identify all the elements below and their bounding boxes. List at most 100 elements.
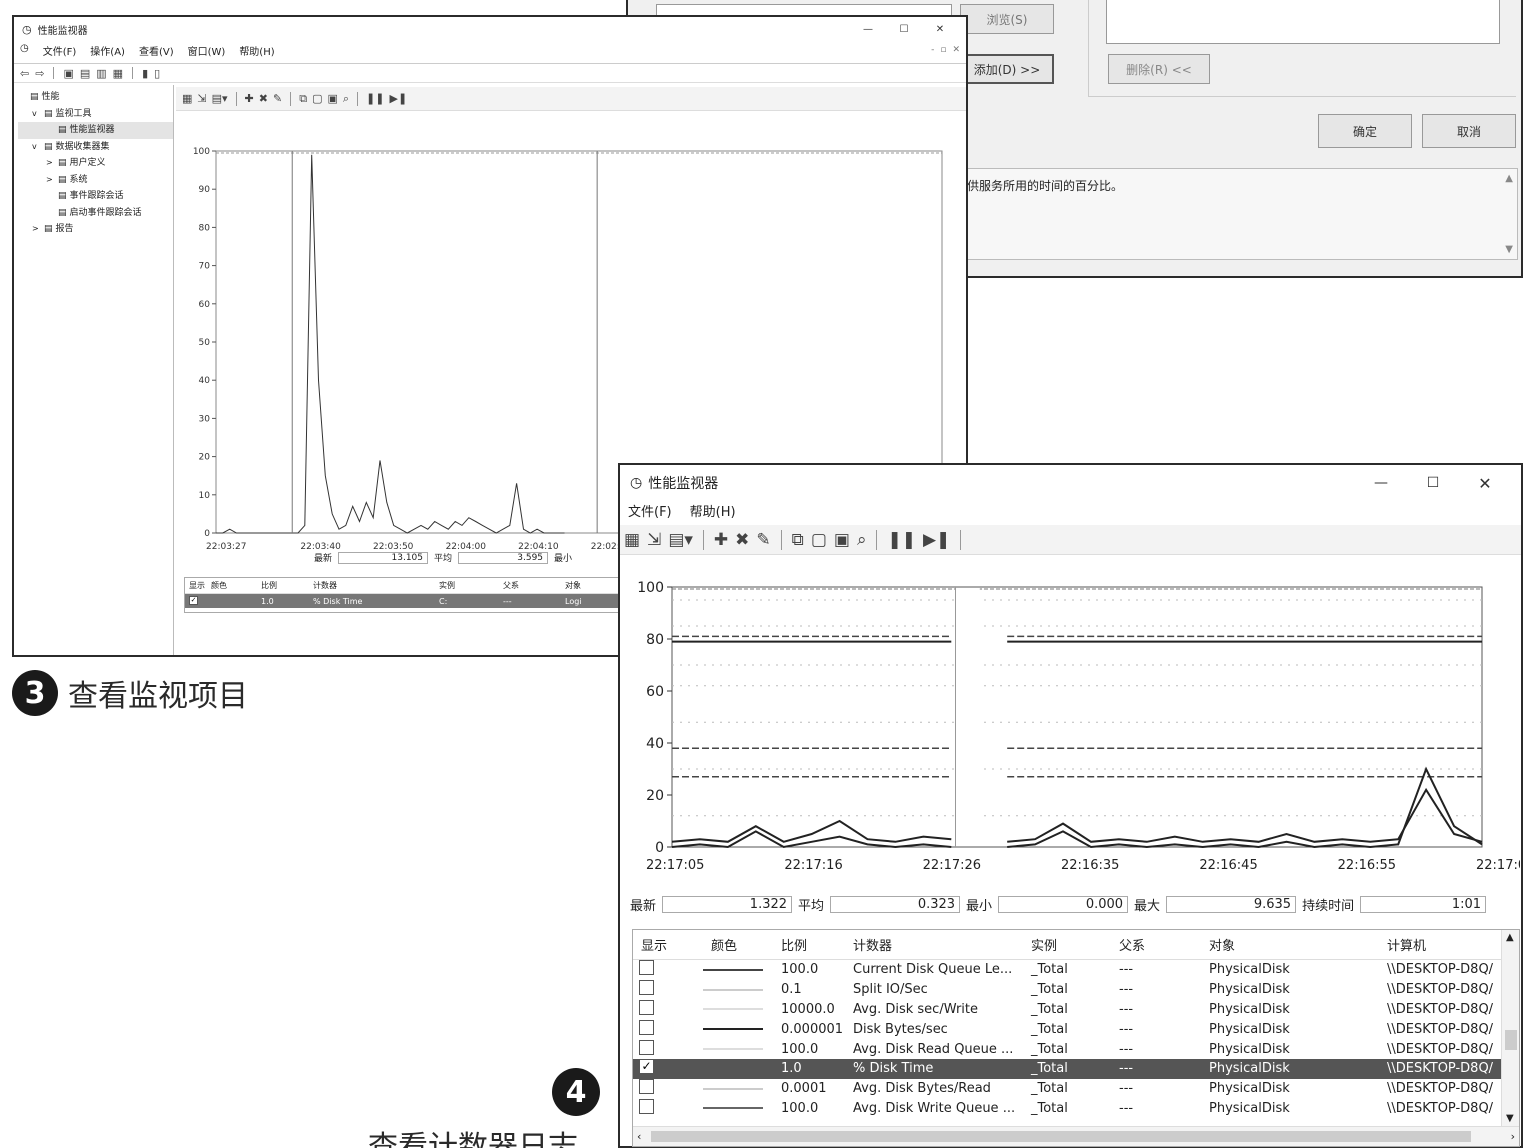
column-header[interactable]: 计数器 <box>309 580 435 591</box>
change-graph-type-icon[interactable]: ▤▾ <box>212 92 228 105</box>
zoom-icon[interactable]: ⌕ <box>343 92 349 106</box>
zoom-icon[interactable]: ⌕ <box>857 530 867 550</box>
table-row[interactable]: ✓ 1.0 % Disk Time _Total --- PhysicalDisk \\DE… <box>633 1058 1519 1079</box>
column-header[interactable]: 计算机 <box>1379 935 1499 954</box>
pause-icon[interactable]: ❚❚ <box>887 530 916 550</box>
highlight-icon[interactable]: ✎ <box>273 92 282 105</box>
maximize-icon[interactable]: ☐ <box>886 24 922 35</box>
column-header[interactable]: 比例 <box>773 935 845 954</box>
scrollbar-thumb[interactable] <box>651 1131 1471 1142</box>
mdi-restore-icon[interactable]: ▫ <box>940 45 946 55</box>
tree-item[interactable]: ▤ 性能监视器 <box>18 122 173 139</box>
cancel-button[interactable]: 取消 <box>1422 114 1516 148</box>
show-checkbox[interactable] <box>633 1098 703 1118</box>
table-row[interactable]: 100.0 Avg. Disk Read Queue ... _Total --- Ph… <box>633 1039 1519 1059</box>
expander-icon[interactable]: v <box>32 139 41 156</box>
mdi-close-icon[interactable]: ✕ <box>952 45 960 55</box>
tree-item[interactable]: v ▤ 监视工具 <box>18 106 173 123</box>
menu-window[interactable]: 窗口(W) <box>188 43 226 61</box>
menu-view[interactable]: 查看(V) <box>139 43 174 61</box>
ok-button[interactable]: 确定 <box>1318 114 1412 148</box>
show-checkbox[interactable] <box>633 980 703 999</box>
table-row[interactable]: ✓ 1.0 % Disk Time C: --- Logi <box>185 594 623 608</box>
show-checkbox[interactable]: ✓ <box>633 1059 703 1078</box>
tree-item[interactable]: v ▤ 数据收集器集 <box>18 139 173 156</box>
column-header[interactable]: 实例 <box>1023 935 1111 954</box>
console-icon[interactable]: ▯ <box>154 67 160 80</box>
table-row[interactable]: 0.0001 Avg. Disk Bytes/Read _Total --- Physi… <box>633 1079 1519 1099</box>
maximize-icon[interactable]: ☐ <box>1407 475 1459 491</box>
paste-counter-icon[interactable]: ▢ <box>811 530 827 550</box>
column-header[interactable]: 计数器 <box>845 935 1023 954</box>
menu-file[interactable]: 文件(F) <box>43 43 77 61</box>
update-data-icon[interactable]: ▶❚ <box>389 92 407 105</box>
column-header[interactable]: 显示 <box>185 580 207 591</box>
menu-help[interactable]: 帮助(H) <box>690 501 736 523</box>
menu-action[interactable]: 操作(A) <box>90 43 125 61</box>
show-checkbox[interactable] <box>633 1039 703 1059</box>
pause-icon[interactable]: ❚❚ <box>366 92 384 105</box>
column-header[interactable]: 对象 <box>1201 935 1379 954</box>
column-header[interactable]: 父系 <box>1111 935 1201 954</box>
add-counter-icon[interactable]: ✚ <box>714 530 728 550</box>
column-header[interactable]: 显示 <box>633 935 703 954</box>
tree-item[interactable]: > ▤ 系统 <box>18 172 173 189</box>
scroll-up-icon[interactable]: ▲ <box>1506 932 1514 943</box>
paste-counter-icon[interactable]: ▢ <box>312 92 322 105</box>
scroll-up-icon[interactable]: ▲ <box>1505 173 1513 184</box>
show-checkbox[interactable]: ✓ <box>185 595 207 607</box>
delete-counter-icon[interactable]: ✖ <box>735 530 749 550</box>
back-icon[interactable]: ⇦ <box>20 67 29 80</box>
column-header[interactable]: 父系 <box>499 580 561 591</box>
up-folder-icon[interactable]: ▣ <box>63 67 73 80</box>
menu-file[interactable]: 文件(F) <box>628 501 672 523</box>
add-button[interactable]: 添加(D) >> <box>960 54 1054 84</box>
scroll-down-icon[interactable]: ▼ <box>1505 244 1513 255</box>
help-icon[interactable]: ▮ <box>142 67 148 80</box>
minimize-icon[interactable]: — <box>850 24 886 35</box>
column-header[interactable]: 颜色 <box>207 580 257 591</box>
table-row[interactable]: 0.000001 Disk Bytes/sec _Total --- PhysicalD… <box>633 1019 1519 1039</box>
scroll-right-icon[interactable]: › <box>1511 1130 1515 1143</box>
update-data-icon[interactable]: ▶❚ <box>923 530 950 550</box>
scroll-left-icon[interactable]: ‹ <box>637 1130 641 1143</box>
close-icon[interactable]: ✕ <box>1459 474 1511 493</box>
show-checkbox[interactable] <box>633 999 703 1019</box>
expander-icon[interactable]: > <box>32 221 41 238</box>
tree-item[interactable]: ▤ 事件跟踪会话 <box>18 188 173 205</box>
menu-help[interactable]: 帮助(H) <box>239 43 274 61</box>
tree-item[interactable]: ▤ 性能 <box>18 89 173 106</box>
vertical-scrollbar[interactable]: ▲ ▼ <box>1501 930 1519 1126</box>
copy-properties-icon[interactable]: ⧉ <box>792 530 804 550</box>
column-header[interactable]: 实例 <box>435 580 499 591</box>
minimize-icon[interactable]: — <box>1355 475 1407 491</box>
table-row[interactable]: 10000.0 Avg. Disk sec/Write _Total --- Physi… <box>633 999 1519 1020</box>
horizontal-scrollbar[interactable]: ‹ › <box>633 1126 1519 1146</box>
scroll-down-icon[interactable]: ▼ <box>1506 1113 1514 1124</box>
change-graph-type-icon[interactable]: ▤▾ <box>668 530 693 550</box>
tree-item[interactable]: ▤ 启动事件跟踪会话 <box>18 205 173 222</box>
view-current-activity-icon[interactable]: ▦ <box>624 530 640 550</box>
highlight-icon[interactable]: ✎ <box>756 530 770 550</box>
added-counters-list[interactable] <box>1106 0 1500 44</box>
mdi-minimize-icon[interactable]: - <box>931 45 934 55</box>
properties-icon[interactable]: ▥ <box>96 67 106 80</box>
show-checkbox[interactable] <box>633 960 703 979</box>
app-menu-icon[interactable]: ◷ <box>20 43 29 61</box>
view-current-activity-icon[interactable]: ▦ <box>182 92 192 105</box>
scrollbar-thumb[interactable] <box>1505 1030 1517 1050</box>
column-header[interactable]: 比例 <box>257 580 309 591</box>
tree-item[interactable]: > ▤ 用户定义 <box>18 155 173 172</box>
table-row[interactable]: 100.0 Avg. Disk Write Queue ... _Total --- P… <box>633 1098 1519 1119</box>
copy-properties-icon[interactable]: ⧉ <box>299 92 307 106</box>
view-log-data-icon[interactable]: ⇲ <box>197 92 206 105</box>
show-checkbox[interactable] <box>633 1079 703 1098</box>
expander-icon[interactable]: v <box>32 106 41 123</box>
show-hide-tree-icon[interactable]: ▤ <box>80 67 90 80</box>
remove-button[interactable]: 删除(R) << <box>1108 54 1210 84</box>
column-header[interactable]: 颜色 <box>703 935 773 954</box>
column-header[interactable]: 对象 <box>561 580 621 591</box>
properties-icon[interactable]: ▣ <box>834 530 850 550</box>
export-icon[interactable]: ▦ <box>113 67 123 80</box>
expander-icon[interactable]: > <box>46 172 55 189</box>
